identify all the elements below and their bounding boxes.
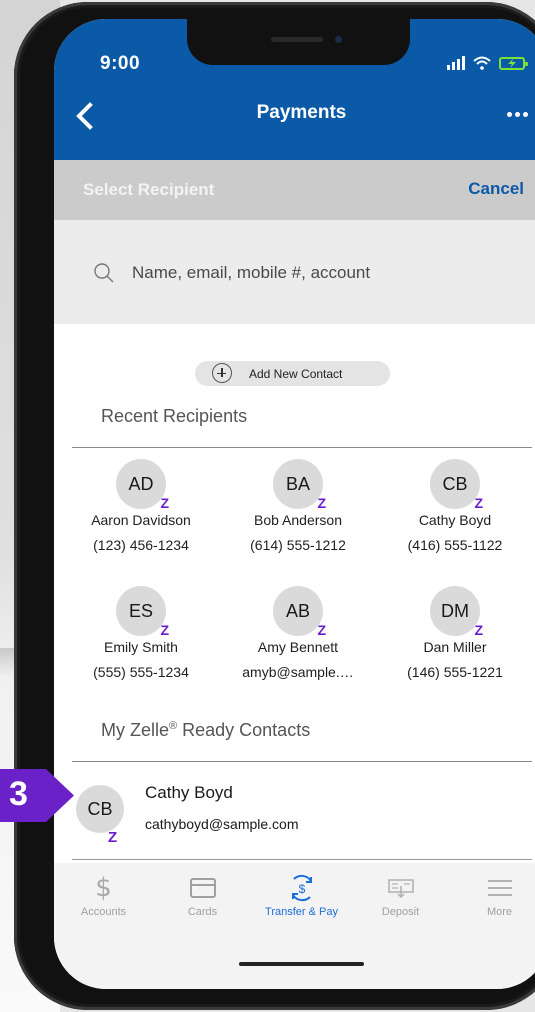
dollar-icon: $ — [95, 873, 112, 903]
status-icons — [447, 54, 528, 70]
recipient-card[interactable]: CB Z Cathy Boyd (416) 555-1122 — [383, 459, 527, 553]
search-input[interactable] — [132, 260, 512, 286]
search-icon — [94, 263, 114, 283]
recipient-detail: amyb@sample.… — [242, 664, 354, 680]
select-recipient-bar: Select Recipient Cancel — [54, 160, 535, 220]
contact-email: cathyboyd@sample.com — [145, 816, 299, 832]
recipient-name: Emily Smith — [104, 639, 178, 655]
recipient-card[interactable]: DM Z Dan Miller (146) 555-1221 — [383, 586, 527, 680]
tab-label: Accounts — [80, 906, 127, 918]
recipient-detail: (416) 555-1122 — [407, 537, 503, 553]
more-options-button[interactable] — [507, 112, 529, 120]
tab-bar: $ Accounts Cards $ Transfer & Pay Deposi… — [54, 863, 535, 989]
avatar: CB — [76, 785, 124, 833]
tab-label: Cards — [187, 906, 218, 918]
tab-cards[interactable]: Cards — [153, 873, 252, 918]
zelle-icon: Z — [474, 495, 483, 511]
recipient-name: Bob Anderson — [254, 512, 342, 528]
signal-icon — [447, 56, 465, 70]
notch — [187, 19, 410, 65]
wifi-icon — [473, 56, 491, 70]
recipient-card[interactable]: ES Z Emily Smith (555) 555-1234 — [69, 586, 213, 680]
divider — [72, 859, 532, 860]
recipient-card[interactable]: BA Z Bob Anderson (614) 555-1212 — [226, 459, 370, 553]
add-icon — [212, 363, 232, 383]
card-icon — [189, 878, 216, 898]
recipient-name: Dan Miller — [423, 639, 487, 655]
tab-transfer-pay[interactable]: $ Transfer & Pay — [252, 873, 351, 918]
zelle-icon: Z — [108, 829, 118, 846]
zelle-ready-contacts-heading: My Zelle® Ready Contacts — [101, 720, 311, 740]
recipient-card[interactable]: AB Z Amy Bennett amyb@sample.… — [226, 586, 370, 680]
deposit-icon — [387, 879, 414, 899]
avatar: CB Z — [430, 459, 483, 511]
phone-frame: 9:00 Payments Select Recipient Cancel Na… — [14, 2, 535, 1010]
divider — [72, 761, 532, 762]
tab-label: Deposit — [381, 906, 420, 918]
zelle-icon: Z — [160, 622, 169, 638]
menu-icon — [487, 880, 512, 896]
speaker — [271, 37, 323, 42]
cancel-button[interactable]: Cancel — [468, 179, 524, 199]
recipient-name: Amy Bennett — [257, 639, 339, 655]
tab-label: More — [486, 906, 513, 918]
contact-name: Cathy Boyd — [145, 783, 233, 802]
add-new-contact-button[interactable]: Add New Contact — [195, 361, 390, 386]
recipient-detail: (146) 555-1221 — [407, 664, 503, 680]
recipient-detail: (123) 456-1234 — [93, 537, 189, 553]
tab-more[interactable]: More — [450, 873, 535, 918]
zelle-icon: Z — [160, 495, 169, 511]
home-indicator — [239, 962, 364, 966]
avatar: ES Z — [116, 586, 169, 638]
app-header: 9:00 Payments — [54, 19, 535, 160]
recipient-detail: (555) 555-1234 — [93, 664, 189, 680]
avatar: BA Z — [273, 459, 326, 511]
zelle-icon: Z — [474, 622, 483, 638]
page-title: Payments — [256, 102, 347, 123]
recipient-detail: (614) 555-1212 — [250, 537, 346, 553]
recent-recipients-heading: Recent Recipients — [101, 406, 248, 426]
camera — [335, 36, 342, 43]
select-recipient-title: Select Recipient — [83, 180, 215, 199]
avatar: DM Z — [430, 586, 483, 638]
tab-deposit[interactable]: Deposit — [351, 873, 450, 918]
tab-label: Transfer & Pay — [265, 906, 338, 918]
tab-accounts[interactable]: $ Accounts — [54, 873, 153, 918]
avatar: AB Z — [273, 586, 326, 638]
phone-screen: 9:00 Payments Select Recipient Cancel Na… — [54, 19, 535, 989]
avatar: AD Z — [116, 459, 169, 511]
search-area — [54, 220, 535, 324]
zelle-icon: Z — [317, 495, 326, 511]
recipient-card[interactable]: AD Z Aaron Davidson (123) 456-1234 — [69, 459, 213, 553]
battery-icon — [499, 57, 528, 70]
status-time: 9:00 — [100, 53, 141, 74]
svg-text:$: $ — [298, 882, 305, 896]
step-badge: 3 — [0, 769, 75, 822]
zelle-icon: Z — [317, 622, 326, 638]
add-new-contact-label: Add New Contact — [249, 367, 343, 381]
recipient-name: Aaron Davidson — [91, 512, 191, 528]
divider — [72, 447, 532, 448]
recipient-name: Cathy Boyd — [418, 512, 492, 528]
transfer-pay-icon: $ — [291, 874, 312, 902]
contact-row[interactable]: CB Z Cathy Boyd cathyboyd@sample.com — [54, 779, 535, 859]
